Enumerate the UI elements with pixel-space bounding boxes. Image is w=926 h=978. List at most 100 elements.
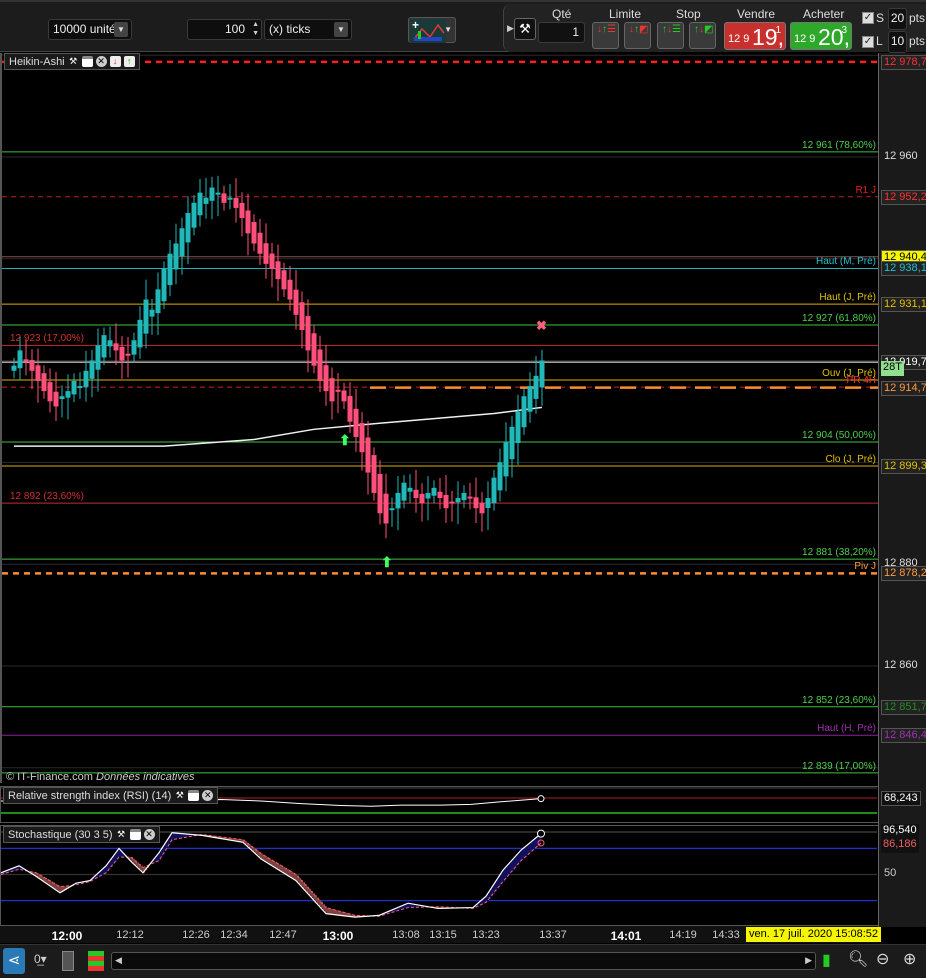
zoom-fit-icon[interactable]: 🔍︎ [848, 949, 868, 969]
close-icon[interactable]: ✕ [202, 790, 214, 801]
limit-points-input[interactable]: 10 [888, 31, 907, 53]
stochastic-fill [101, 870, 103, 876]
stochastic-fill [265, 856, 267, 862]
time-label: 12:34 [220, 929, 248, 941]
stop-sell-button[interactable]: ↑↓◩ [689, 22, 716, 49]
level-label: 12 852 (23,60%) [802, 694, 876, 706]
stochastic-fill [283, 866, 285, 873]
stochastic-panel-header: Stochastique (30 3 5) ⚒ ✕ [3, 826, 160, 843]
sell-price-suffix: 1 [775, 25, 781, 36]
stochastic-fill [487, 894, 489, 902]
rsi-value-box: 68,243 [881, 791, 921, 806]
level-label: Clo (J, Pré) [825, 453, 876, 465]
ticks-unit-dropdown[interactable]: (x) ticks ▼ [264, 19, 352, 40]
stochastic-fill [287, 869, 289, 875]
price-level-box: 12 978,7 [881, 54, 926, 70]
level-label: 12 881 (38,20%) [802, 547, 876, 559]
level-labels: 12 961 (78,60%) R1 J Haut (M, Pré) Haut (J,… [2, 53, 878, 783]
sell-button[interactable]: 12 9 19, 1 [724, 22, 786, 50]
drawing-tool-icon[interactable]: 0̲▾ [34, 952, 47, 966]
limit-sell-button[interactable]: ↓↑◩ [624, 22, 651, 49]
buy-button[interactable]: 12 9 20, 3 [790, 22, 852, 50]
horizontal-scrollbar[interactable]: ◀ ▶ [111, 952, 816, 970]
time-label: 13:00 [322, 929, 354, 943]
rsi-last-point [537, 795, 545, 803]
stepper-arrows-icon[interactable]: ▲ ▼ [252, 20, 259, 38]
stochastic-fill [55, 883, 57, 890]
rsi-panel[interactable]: Relative strength index (RSI) (14) ⚒ ✕ [0, 786, 878, 823]
window-icon[interactable] [81, 56, 93, 67]
watermark-brand: © IT-Finance.com [6, 771, 93, 783]
stochastic-fill [257, 850, 259, 856]
stochastic-fill [521, 850, 523, 861]
datetime-badge: ven. 17 juil. 2020 15:08:52 [746, 927, 882, 942]
stochastic-fill [269, 858, 271, 864]
order-limit-icon: ↓↑☰ [597, 24, 616, 35]
window-icon[interactable] [129, 829, 141, 840]
axis-tick-label: 12 880 [884, 557, 918, 570]
price-chart[interactable]: ⬆ ⬆ ✖ 12 961 (78,60%) R1 J Haut (M, Pré) Haut… [0, 53, 878, 783]
limit-checkbox[interactable]: ✓ [862, 36, 874, 48]
stochastic-k-last-point [537, 829, 545, 838]
time-label: 12:26 [182, 929, 210, 941]
stochastic-panel[interactable]: Stochastique (30 3 5) ⚒ ✕ [0, 825, 878, 926]
zoom-in-icon[interactable]: ⊕ [903, 949, 916, 969]
stop-loss-points-input[interactable]: 20 [888, 8, 907, 30]
time-label: 12:47 [269, 929, 297, 941]
time-label: 12:12 [116, 929, 144, 941]
ticks-stepper[interactable]: 100 ▲ ▼ [187, 19, 262, 40]
stop-loss-checkbox[interactable]: ✓ [862, 12, 874, 24]
scroll-right-icon[interactable]: ▶ [805, 955, 812, 966]
level-label: 12 839 (17,00%) [802, 760, 876, 772]
wrench-icon[interactable]: ⚒ [68, 56, 79, 67]
price-level-box: 12 846,4 [881, 728, 926, 744]
share-icon[interactable]: ⋖ [3, 948, 25, 974]
expand-arrow-icon[interactable]: ▶ [507, 23, 514, 34]
stochastic-fill [533, 840, 535, 851]
order-stop-icon: ↑↓◩ [694, 24, 714, 35]
candle-type-icon[interactable]: ▮ [822, 950, 831, 970]
tick-counter-badge: 28T [881, 361, 904, 377]
stop-buy-button[interactable]: ↑↓☰ [657, 22, 684, 49]
wrench-icon[interactable]: ⚒ [174, 790, 185, 801]
time-label: 14:01 [610, 929, 642, 943]
zoom-out-icon[interactable]: ⊖ [876, 949, 889, 969]
stochastic-fill [313, 893, 315, 900]
price-level-box: 12 851,7 [881, 699, 926, 715]
order-toolbar: 10000 unités ▼ 100 ▲ ▼ (x) ticks ▼ + ▼ ▶ ⚒ … [0, 0, 926, 53]
ticks-unit-value: (x) ticks [269, 22, 311, 36]
stochastic-fill [515, 856, 517, 868]
stochastic-d-box: 86,186 [881, 838, 919, 853]
indicator-menu-button[interactable]: + ▼ [408, 17, 456, 43]
price-level-box: 12 914,7 [881, 380, 926, 396]
stochastic-fill [299, 877, 301, 884]
qty-input[interactable]: 1 [538, 22, 585, 43]
level-label: R1 J [855, 184, 876, 196]
buy-price-suffix: 3 [841, 25, 847, 36]
window-icon[interactable] [188, 790, 200, 801]
time-label: 13:37 [539, 929, 567, 941]
stochastic-fill [133, 858, 135, 864]
stochastic-k-box: 96,540 [881, 824, 919, 839]
stochastic-fill [331, 908, 333, 915]
stochastic-d-line [1, 833, 542, 917]
level-label: PR 4H [846, 375, 876, 387]
list-icon[interactable] [62, 951, 74, 971]
sell-arrow-icon[interactable]: ↓ [109, 56, 121, 67]
wrench-icon[interactable]: ⚒ [116, 829, 127, 840]
stochastic-fill [303, 882, 305, 889]
rsi-title: Relative strength index (RSI) (14) [8, 789, 172, 802]
close-icon[interactable]: ✕ [95, 56, 107, 67]
units-dropdown[interactable]: 10000 unités ▼ [48, 19, 132, 40]
stochastic-fill [59, 886, 61, 893]
buy-arrow-icon[interactable]: ↑ [123, 56, 135, 67]
chevron-down-icon: ▼ [444, 25, 452, 34]
limit-buy-button[interactable]: ↓↑☰ [592, 22, 619, 49]
order-book-icon[interactable] [88, 951, 104, 971]
level-label: 12 927 (61,80%) [802, 312, 876, 324]
chevron-down-icon: ▼ [334, 22, 348, 37]
scroll-left-icon[interactable]: ◀ [115, 955, 122, 966]
settings-wrench-icon[interactable]: ⚒ [514, 18, 536, 40]
close-icon[interactable]: ✕ [143, 829, 155, 840]
stochastic-fill [173, 832, 175, 840]
